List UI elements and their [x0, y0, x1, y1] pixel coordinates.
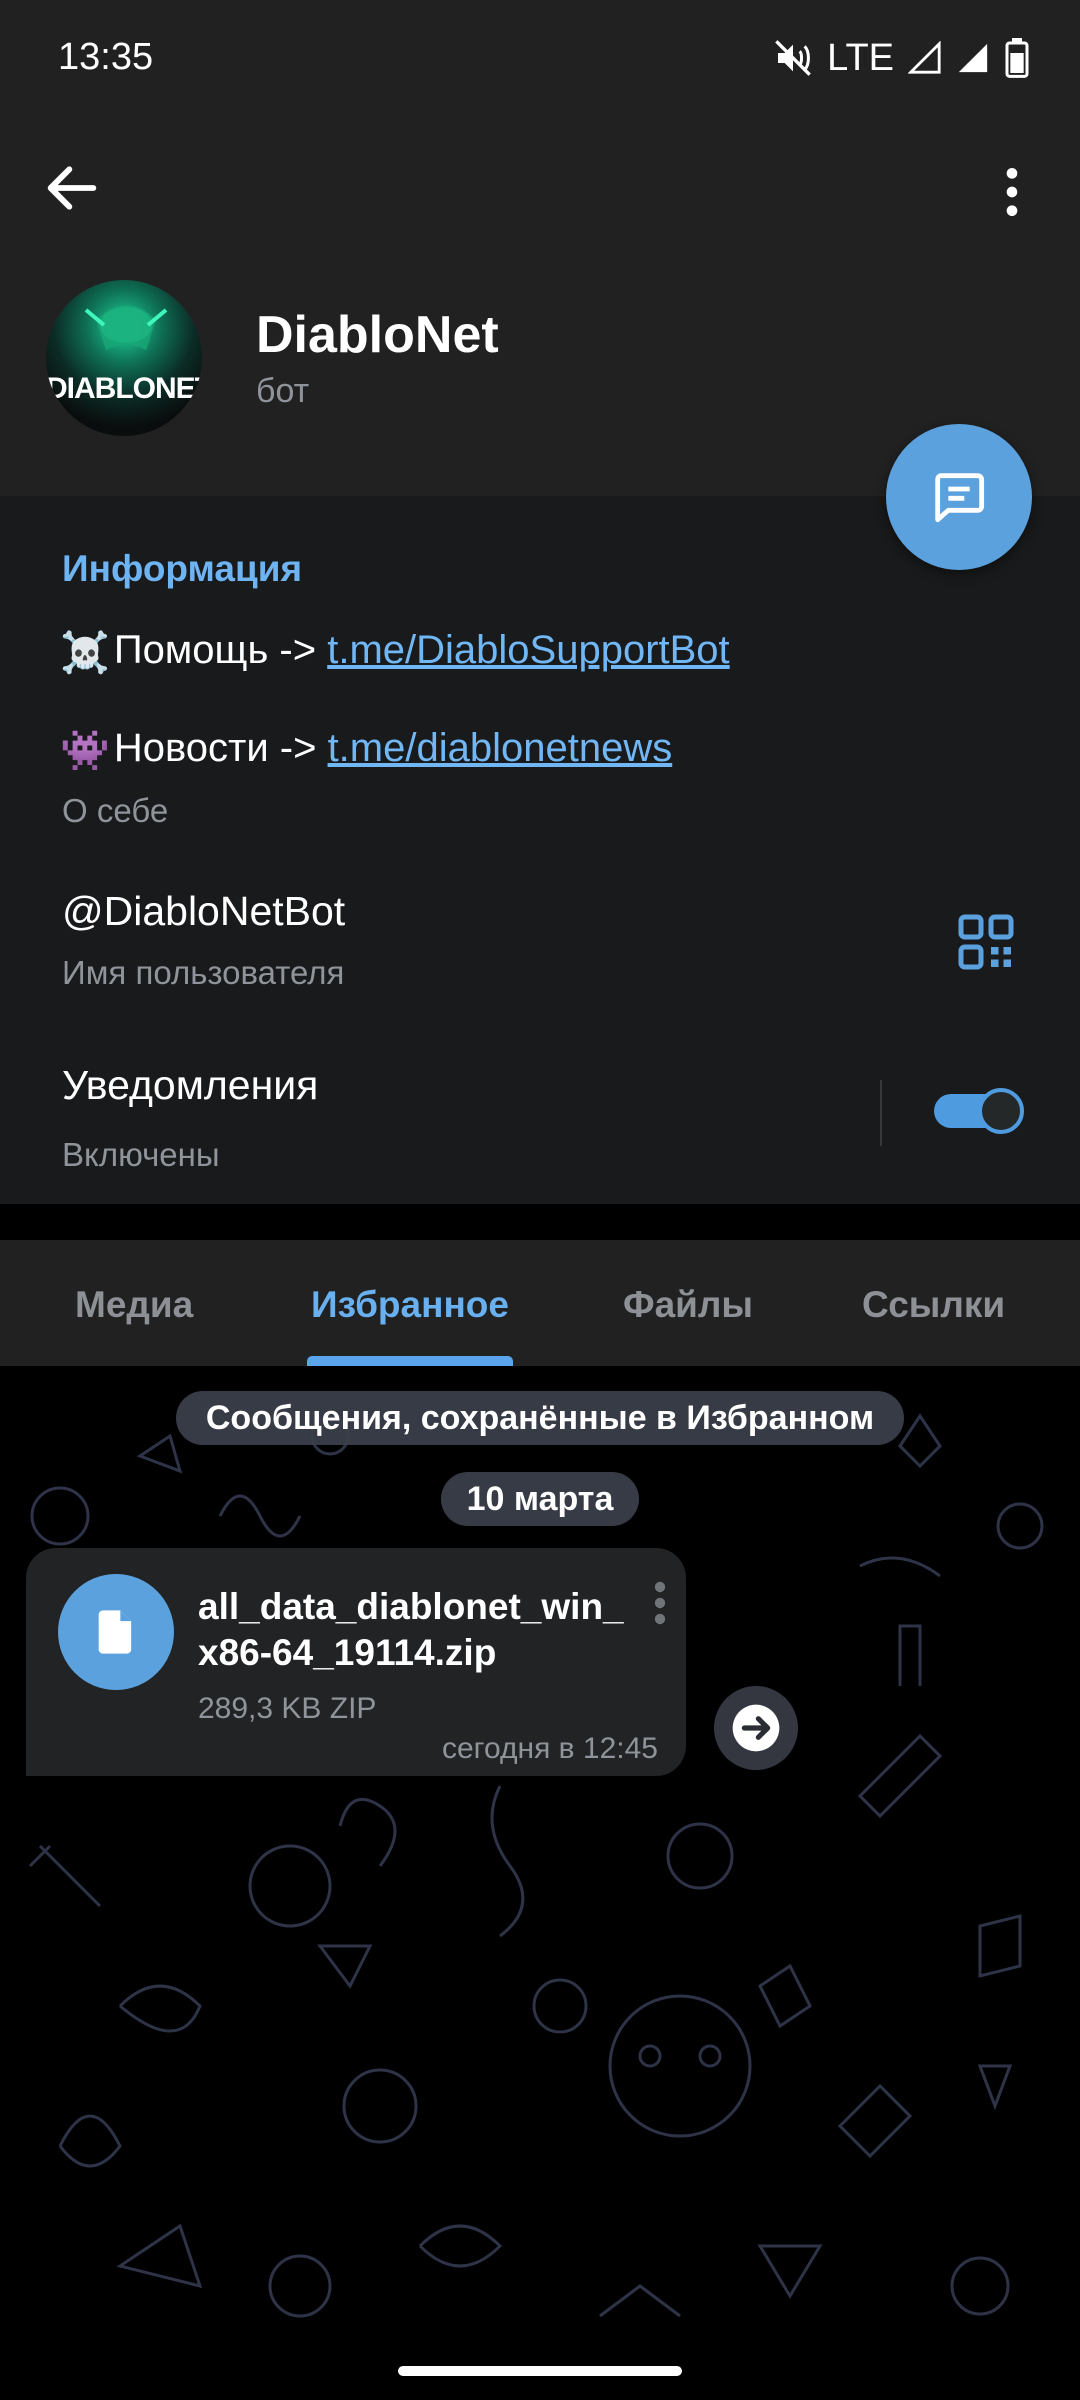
alien-icon: 👾 — [60, 728, 110, 773]
help-line: ☠️ Помощь -> t.me/DiabloSupportBot — [60, 628, 730, 676]
help-text: Помощь -> — [113, 628, 328, 672]
file-size: 289,3 KB ZIP — [198, 1692, 377, 1725]
news-text: Новости -> — [113, 726, 328, 770]
profile-name: DiabloNet — [256, 306, 499, 364]
message-time: сегодня в 12:45 — [442, 1732, 658, 1765]
message-fab[interactable] — [886, 424, 1032, 570]
saved-notice: Сообщения, сохранённые в Избранном — [176, 1391, 904, 1445]
signal-icon — [908, 41, 941, 74]
avatar-logo-text: DIABLONET — [46, 372, 202, 405]
arrow-left-icon — [47, 166, 97, 210]
more-vertical-icon — [654, 1581, 666, 1625]
signal-icon — [958, 43, 988, 73]
toggle-knob — [978, 1088, 1024, 1134]
notifications-title: Уведомления — [62, 1062, 319, 1108]
file-menu-button[interactable] — [648, 1578, 672, 1628]
divider — [880, 1080, 882, 1146]
file-download-button[interactable] — [58, 1574, 174, 1690]
about-caption: О себе — [62, 792, 169, 829]
profile-subtitle: бот — [256, 372, 310, 410]
qr-code-button[interactable] — [956, 912, 1016, 972]
notifications-status: Включены — [62, 1136, 220, 1173]
file-name: all_data_diablonet_win_x86-64_19114.zip — [198, 1586, 624, 1673]
mute-icon — [775, 40, 811, 76]
network-type: LTE — [827, 36, 894, 79]
help-link[interactable]: t.me/DiabloSupportBot — [327, 628, 729, 672]
news-line: 👾 Новости -> t.me/diablonetnews — [60, 726, 672, 774]
home-indicator[interactable] — [398, 2366, 682, 2376]
more-vertical-icon — [1006, 168, 1018, 216]
battery-icon — [1005, 38, 1029, 78]
status-icons: LTE — [773, 36, 1030, 80]
news-link[interactable]: t.me/diablonetnews — [328, 726, 673, 770]
avatar-figure-icon — [84, 305, 168, 350]
avatar[interactable]: DIABLONET — [46, 280, 202, 436]
file-icon — [98, 1610, 132, 1654]
username[interactable]: @DiabloNetBot — [62, 888, 345, 935]
active-tab-indicator — [307, 1356, 513, 1366]
share-arrow-icon — [732, 1704, 780, 1752]
status-time: 13:35 — [58, 36, 154, 78]
notifications-toggle[interactable] — [934, 1088, 1024, 1134]
username-caption: Имя пользователя — [62, 954, 345, 991]
tab-links[interactable]: Ссылки — [862, 1284, 1005, 1326]
info-title: Информация — [62, 548, 303, 589]
tab-files[interactable]: Файлы — [623, 1284, 753, 1326]
tab-media[interactable]: Медиа — [75, 1284, 193, 1326]
message-icon — [935, 473, 985, 523]
qr-code-icon — [958, 914, 1014, 970]
skull-icon: ☠️ — [60, 630, 110, 675]
tab-saved[interactable]: Избранное — [311, 1284, 509, 1326]
section-gap — [0, 1204, 1080, 1240]
back-button[interactable] — [40, 156, 104, 220]
status-bar: 13:35 LTE — [0, 0, 1080, 116]
share-button[interactable] — [714, 1686, 798, 1770]
date-pill: 10 марта — [441, 1472, 639, 1526]
more-button[interactable] — [972, 160, 1052, 224]
